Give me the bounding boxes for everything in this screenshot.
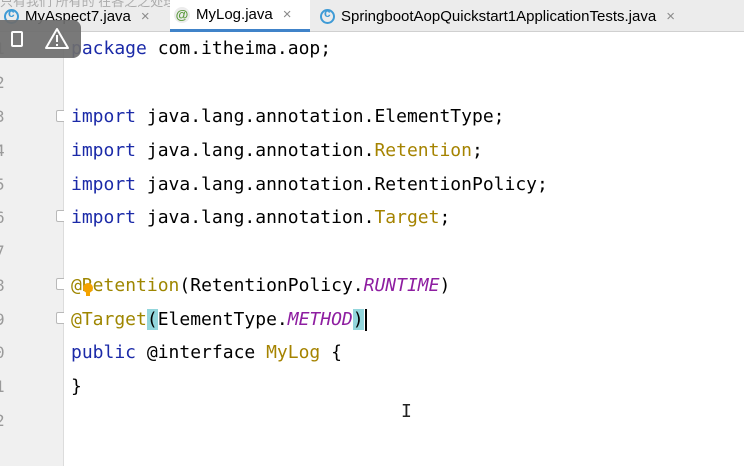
close-icon[interactable]: × xyxy=(141,8,150,25)
line-number: 0 xyxy=(0,343,20,362)
keyword: package xyxy=(71,38,147,59)
code-text: RetentionPolicy. xyxy=(190,275,364,296)
matched-paren: ) xyxy=(352,309,364,330)
tab-springboot-tests[interactable]: SpringbootAopQuickstart1ApplicationTests… xyxy=(318,0,744,32)
tab-label: SpringbootAopQuickstart1ApplicationTests… xyxy=(341,7,657,25)
text-caret xyxy=(364,309,367,331)
close-icon[interactable]: × xyxy=(283,6,292,23)
unused-import-name: Target xyxy=(374,207,440,228)
annotation: @ xyxy=(71,275,82,296)
tab-label: MyLog.java xyxy=(196,6,273,23)
code-text: { xyxy=(320,342,342,363)
line-number: 7 xyxy=(0,242,20,261)
line-number: 9 xyxy=(0,310,20,329)
keyword: import xyxy=(71,207,137,228)
annotation-type-name: MyLog xyxy=(266,342,321,363)
code-text: java.lang.annotation. xyxy=(136,207,375,228)
code-text: ElementType. xyxy=(157,309,288,330)
code-text: ; xyxy=(472,140,483,161)
ibeam-cursor-icon: I xyxy=(401,401,412,422)
line-number: 2 xyxy=(0,411,20,430)
line-number: 8 xyxy=(0,276,20,295)
code-text: java.lang.annotation.RetentionPolicy; xyxy=(136,174,548,195)
code-line-5: import java.lang.annotation.RetentionPol… xyxy=(71,172,548,198)
line-number: 6 xyxy=(0,208,20,227)
line-number: 3 xyxy=(0,107,20,126)
matched-paren: ( xyxy=(146,309,158,330)
editor-tab-bar: 只有我们 所有的 在各之之处理 MyAspect7.java × @ MyLog… xyxy=(0,0,744,32)
keyword: import xyxy=(71,174,137,195)
annotation-icon: @ xyxy=(174,6,190,23)
java-class-icon xyxy=(320,6,335,24)
code-line-1: package com.itheima.aop; xyxy=(71,36,331,62)
screen-recorder-toolbar[interactable] xyxy=(0,20,81,58)
keyword: import xyxy=(71,106,137,127)
code-text: java.lang.annotation.ElementType; xyxy=(136,106,505,127)
warning-icon[interactable] xyxy=(44,27,70,51)
line-number: 2 xyxy=(0,73,20,92)
code-line-11: } xyxy=(71,374,82,400)
code-line-3: import java.lang.annotation.ElementType; xyxy=(71,104,505,130)
code-line-9: @Target(ElementType.METHOD) xyxy=(71,307,367,333)
code-text: java.lang.annotation. xyxy=(136,140,375,161)
keyword: public xyxy=(71,342,137,363)
line-number-gutter: 1 2 3 4 5 6 7 8 9 0 1 2 xyxy=(0,32,68,466)
code-line-4: import java.lang.annotation.Retention; xyxy=(71,138,483,164)
stop-icon[interactable] xyxy=(10,31,23,47)
lightbulb-icon[interactable] xyxy=(82,282,94,298)
tab-mylog[interactable]: @ MyLog.java × xyxy=(170,0,310,32)
annotation: Retention xyxy=(81,275,180,296)
code-text: } xyxy=(71,376,82,397)
close-icon[interactable]: × xyxy=(666,8,675,25)
code-text: ( xyxy=(179,275,191,296)
code-text: ; xyxy=(439,207,451,228)
unused-import-name: Retention xyxy=(374,140,472,161)
code-editor[interactable]: package com.itheima.aop; import java.lan… xyxy=(64,32,744,466)
code-text: @interface xyxy=(136,342,267,363)
annotation: @Target xyxy=(71,309,147,330)
enum-constant: RUNTIME xyxy=(363,275,440,296)
line-number: 4 xyxy=(0,141,20,160)
code-line-10: public @interface MyLog { xyxy=(71,340,342,366)
code-line-8: @Retention(RetentionPolicy.RUNTIME) xyxy=(71,273,450,299)
enum-constant: METHOD xyxy=(287,309,353,330)
line-number: 5 xyxy=(0,175,20,194)
code-text: com.itheima.aop; xyxy=(146,38,332,59)
code-text: ) xyxy=(439,275,451,296)
code-line-6: import java.lang.annotation.Target; xyxy=(71,205,450,231)
keyword: import xyxy=(71,140,137,161)
line-number: 1 xyxy=(0,377,20,396)
